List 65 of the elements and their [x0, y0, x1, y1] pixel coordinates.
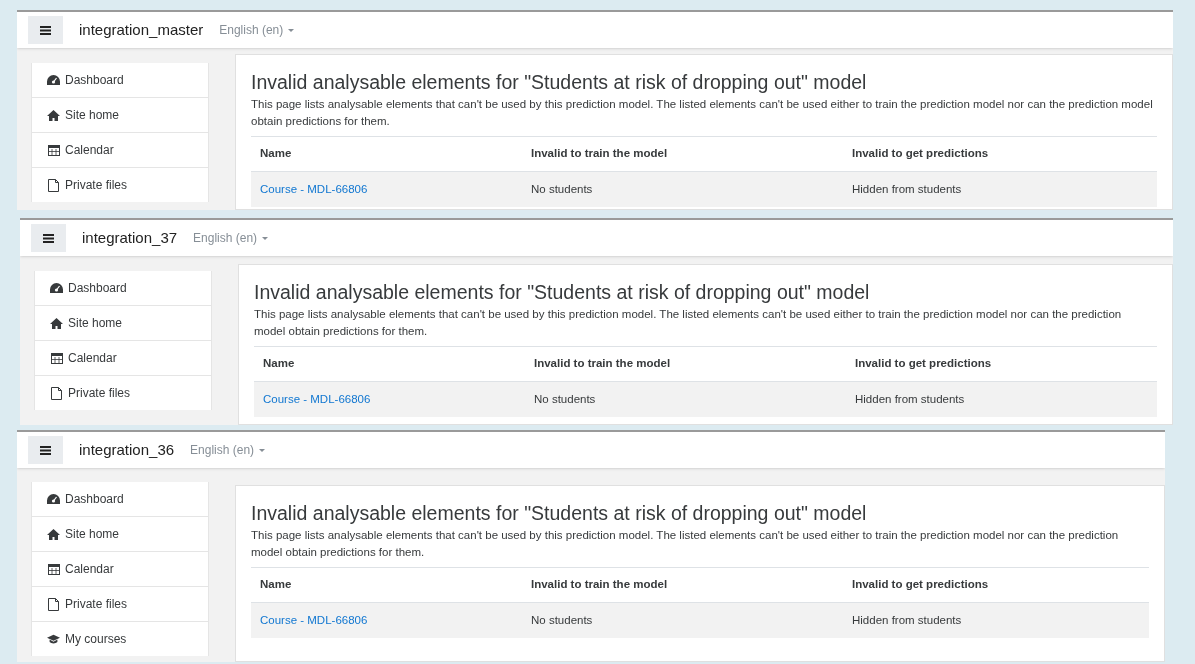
calendar-icon [47, 144, 60, 156]
nav-item[interactable]: Site home [31, 98, 209, 132]
column-header: Invalid to get predictions [846, 346, 1157, 382]
description: This page lists analysable elements that can't be used by this prediction model. The listed elements can't be used either to train the prediction model nor can the prediction model obtain predictions for them. [254, 307, 1123, 339]
gauge-icon [47, 493, 60, 505]
nav-item[interactable]: Site home [34, 306, 212, 340]
page-heading: Invalid analysable elements for "Students at risk of dropping out" model [251, 501, 868, 526]
nav-item[interactable]: Calendar [34, 341, 212, 375]
column-header: Invalid to train the model [522, 567, 843, 603]
language-menu[interactable]: English (en) [219, 21, 295, 39]
table-cell: No students [531, 613, 593, 626]
site-name[interactable]: integration_master [79, 18, 204, 42]
table-cell: Hidden from students [852, 182, 962, 195]
menu-icon [43, 233, 54, 243]
caret-icon [288, 28, 295, 32]
home-icon [50, 317, 63, 329]
column-header: Name [254, 346, 525, 382]
column-header: Name [251, 136, 522, 172]
nav-item[interactable]: Dashboard [31, 63, 209, 97]
graduation-cap-icon [47, 633, 60, 645]
caret-icon [259, 448, 266, 452]
nav-item[interactable]: Site home [31, 517, 209, 551]
menu-button[interactable] [28, 436, 63, 464]
gauge-icon [47, 74, 60, 86]
menu-button[interactable] [28, 16, 63, 44]
table-cell: Hidden from students [852, 613, 962, 626]
calendar-icon [47, 563, 60, 575]
site-name[interactable]: integration_37 [82, 226, 178, 250]
menu-button[interactable] [31, 224, 66, 252]
column-header: Invalid to get predictions [843, 567, 1149, 603]
menu-icon [40, 445, 51, 455]
menu-icon [40, 25, 51, 35]
nav-item[interactable]: Calendar [31, 552, 209, 586]
nav-item[interactable]: Dashboard [31, 482, 209, 516]
site-name[interactable]: integration_36 [79, 438, 175, 462]
page-heading: Invalid analysable elements for "Students at risk of dropping out" model [251, 70, 868, 95]
home-icon [47, 528, 60, 540]
calendar-icon [50, 352, 63, 364]
caret-icon [262, 236, 269, 240]
column-header: Invalid to get predictions [843, 136, 1157, 172]
nav-item[interactable]: Calendar [31, 133, 209, 167]
nav-item[interactable]: My courses [31, 622, 209, 656]
nav-item[interactable]: Private files [34, 376, 212, 410]
column-header: Invalid to train the model [522, 136, 843, 172]
table-cell: Hidden from students [855, 392, 965, 405]
table-cell: No students [531, 182, 593, 195]
gauge-icon [50, 282, 63, 294]
course-link[interactable]: Course - MDL-66806 [260, 182, 368, 195]
table-cell: No students [534, 392, 596, 405]
nav-item[interactable]: Dashboard [34, 271, 212, 305]
page-heading: Invalid analysable elements for "Students at risk of dropping out" model [254, 280, 871, 305]
file-icon [51, 386, 62, 400]
language-menu[interactable]: English (en) [193, 229, 269, 247]
course-link[interactable]: Course - MDL-66806 [260, 613, 368, 626]
nav-item[interactable]: Private files [31, 587, 209, 621]
home-icon [47, 109, 60, 121]
language-menu[interactable]: English (en) [190, 441, 266, 459]
description: This page lists analysable elements that can't be used by this prediction model. The listed elements can't be used either to train the prediction model nor can the prediction model obtain predictions for them. [251, 528, 1120, 560]
column-header: Invalid to train the model [525, 346, 846, 382]
file-icon [48, 597, 59, 611]
file-icon [48, 178, 59, 192]
column-header: Name [251, 567, 522, 603]
nav-item[interactable]: Private files [31, 168, 209, 202]
course-link[interactable]: Course - MDL-66806 [263, 392, 371, 405]
description: This page lists analysable elements that can't be used by this prediction model. The listed elements can't be used either to train the prediction model nor can the prediction model obtain predictions for them. [251, 97, 1154, 129]
